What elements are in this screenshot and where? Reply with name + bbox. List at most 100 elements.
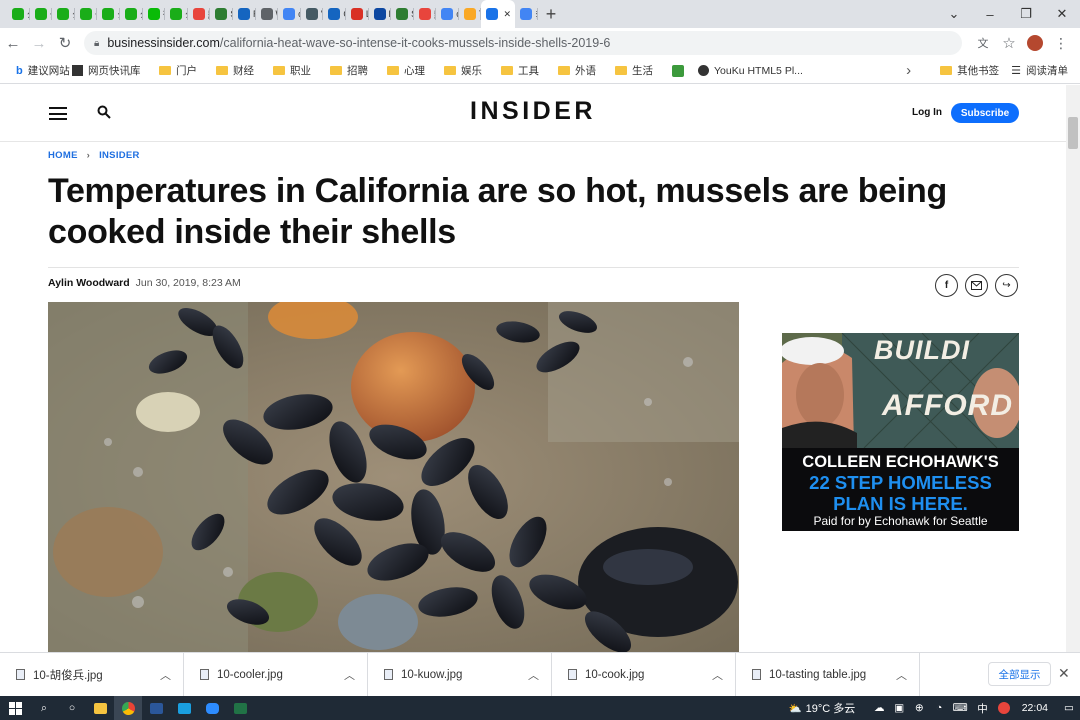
browser-tab[interactable]: cl (436, 0, 459, 28)
forward-button[interactable]: → (26, 28, 52, 58)
site-logo[interactable]: INSIDER (0, 97, 1066, 126)
page-scrollbar[interactable] (1066, 85, 1080, 652)
browser-tab[interactable]: E (369, 0, 391, 28)
close-icon[interactable]: ✕ (1058, 665, 1070, 682)
folder-icon (501, 66, 513, 75)
email-icon[interactable] (965, 274, 988, 297)
menu-icon[interactable]: ⋮ (1048, 28, 1074, 58)
browser-tab[interactable]: 公 (120, 0, 143, 28)
share-icon[interactable]: ↪ (995, 274, 1018, 297)
restore-icon[interactable]: ❐ (1008, 0, 1044, 28)
file-explorer-icon[interactable] (86, 696, 114, 720)
address-bar[interactable]: 🔒︎ businessinsider.com/california-heat-w… (84, 31, 962, 55)
tray-icon[interactable]: ⊕ (909, 696, 929, 720)
ime-indicator[interactable]: 中 (977, 701, 988, 716)
new-tab-button[interactable]: + (538, 0, 564, 28)
bookmark-item[interactable]: 工具 (501, 58, 558, 84)
bookmark-star-icon[interactable]: ☆ (996, 28, 1022, 58)
browser-tab[interactable]: 公 (75, 0, 97, 28)
browser-tab[interactable]: 题 (188, 0, 210, 28)
bookmark-item[interactable]: 职业 (273, 58, 330, 84)
download-item[interactable]: 10-kuow.jpg ︿ (368, 652, 552, 697)
tray-icon[interactable]: ☁ (869, 696, 889, 720)
search-icon[interactable]: ⌕ (30, 696, 58, 720)
chevron-up-icon[interactable]: ︿ (344, 667, 355, 683)
tray-icon[interactable]: ▣ (889, 696, 909, 720)
subscribe-button[interactable]: Subscribe (951, 103, 1019, 123)
facebook-icon[interactable]: f (935, 274, 958, 297)
browser-tab[interactable]: ✕ (481, 0, 516, 28)
browser-tab[interactable]: S (210, 0, 233, 28)
excel-icon[interactable] (226, 696, 254, 720)
bookmark-item[interactable]: 门户 (159, 58, 216, 84)
breadcrumb-insider[interactable]: INSIDER (99, 150, 140, 161)
chevron-right-icon[interactable]: › (906, 62, 940, 79)
bookmark-item[interactable]: 外语 (558, 58, 615, 84)
browser-tab[interactable]: T (459, 0, 481, 28)
translate-icon[interactable]: 文 (970, 28, 996, 58)
tab-search-icon[interactable]: ⌄ (936, 0, 972, 28)
browser-tab[interactable]: 公 (30, 0, 52, 28)
word-icon[interactable] (142, 696, 170, 720)
browser-tab[interactable]: W (256, 0, 278, 28)
close-tab-icon[interactable]: ✕ (503, 9, 511, 20)
bookmark-item[interactable]: YouKu HTML5 Pl... (698, 58, 848, 84)
weather-icon[interactable]: ⛅ (789, 702, 802, 715)
bookmark-item[interactable]: ☰ 阅读清单 (1011, 58, 1068, 84)
windows-start-icon[interactable] (0, 696, 30, 720)
browser-tab[interactable]: O (323, 0, 346, 28)
keyboard-icon[interactable]: ⌨ (949, 696, 971, 720)
show-all-downloads-button[interactable]: 全部显示 (988, 662, 1051, 686)
sogou-icon[interactable] (994, 696, 1014, 720)
scrollbar-thumb[interactable] (1068, 117, 1078, 149)
download-item[interactable]: 10-cook.jpg ︿ (552, 652, 736, 697)
bookmark-item[interactable]: b 建议网站 (16, 58, 72, 84)
browser-tab[interactable]: 公 (52, 0, 75, 28)
app-icon[interactable] (170, 696, 198, 720)
browser-tab[interactable]: cl (278, 0, 301, 28)
browser-tab[interactable]: Li (346, 0, 369, 28)
minimize-icon[interactable]: – (972, 0, 1008, 28)
bookmark-item[interactable]: 生活 (615, 58, 672, 84)
advertisement[interactable]: BUILDI AFFORD COLLEEN ECHOHAWK'S 22 STEP… (782, 333, 1019, 531)
bookmark-item[interactable]: 网页快讯库 (72, 58, 159, 84)
bookmark-item[interactable]: 其他书签 (940, 58, 999, 84)
avatar[interactable] (1022, 28, 1048, 58)
download-item[interactable]: 10-tasting table.jpg ︿ (736, 652, 920, 697)
browser-tab[interactable]: R (233, 0, 256, 28)
bookmark-item[interactable]: 娱乐 (444, 58, 501, 84)
chrome-icon[interactable] (114, 696, 142, 720)
chevron-up-icon[interactable]: ︿ (712, 667, 723, 683)
reload-button[interactable]: ↻ (52, 28, 78, 58)
task-view-icon[interactable]: ○ (58, 696, 86, 720)
green-swirl-icon (124, 8, 137, 20)
browser-tab[interactable]: 套 (515, 0, 538, 28)
back-button[interactable]: ← (0, 28, 26, 58)
windows-taskbar: ⌕ ○ ⛅ 19°C 多云 ☁ ▣ ⊕ ◔ ⌨ 中 22:04 ▭ (0, 696, 1080, 720)
breadcrumb-home[interactable]: HOME (48, 150, 78, 161)
weather-text[interactable]: 19°C 多云 (806, 700, 856, 716)
browser-tab[interactable]: 公 (165, 0, 188, 28)
browser-tab[interactable]: 公 (97, 0, 120, 28)
browser-tab[interactable]: "i (301, 0, 323, 28)
chevron-up-icon[interactable]: ︿ (896, 667, 907, 683)
login-link[interactable]: Log In (912, 107, 942, 118)
close-window-icon[interactable]: ✕ (1044, 0, 1080, 28)
author-name[interactable]: Aylin Woodward (48, 277, 130, 289)
bookmark-item[interactable]: 财经 (216, 58, 273, 84)
notification-icon[interactable]: ▭ (1058, 696, 1080, 720)
browser-tab[interactable]: S (391, 0, 414, 28)
download-item[interactable]: 10-胡俊兵.jpg ︿ (0, 652, 184, 697)
browser-tab[interactable]: 公 (7, 0, 30, 28)
bookmark-item[interactable]: 招聘 (330, 58, 387, 84)
chevron-up-icon[interactable]: ︿ (528, 667, 539, 683)
zoom-icon[interactable] (198, 696, 226, 720)
browser-tab[interactable]: 影 (414, 0, 436, 28)
chevron-up-icon[interactable]: ︿ (160, 667, 171, 683)
clock[interactable]: 22:04 (1022, 702, 1048, 714)
bookmark-item[interactable] (672, 58, 698, 84)
tray-icon[interactable]: ◔ (929, 696, 949, 720)
browser-tab[interactable]: 否 (143, 0, 165, 28)
download-item[interactable]: 10-cooler.jpg ︿ (184, 652, 368, 697)
bookmark-item[interactable]: 心理 (387, 58, 444, 84)
